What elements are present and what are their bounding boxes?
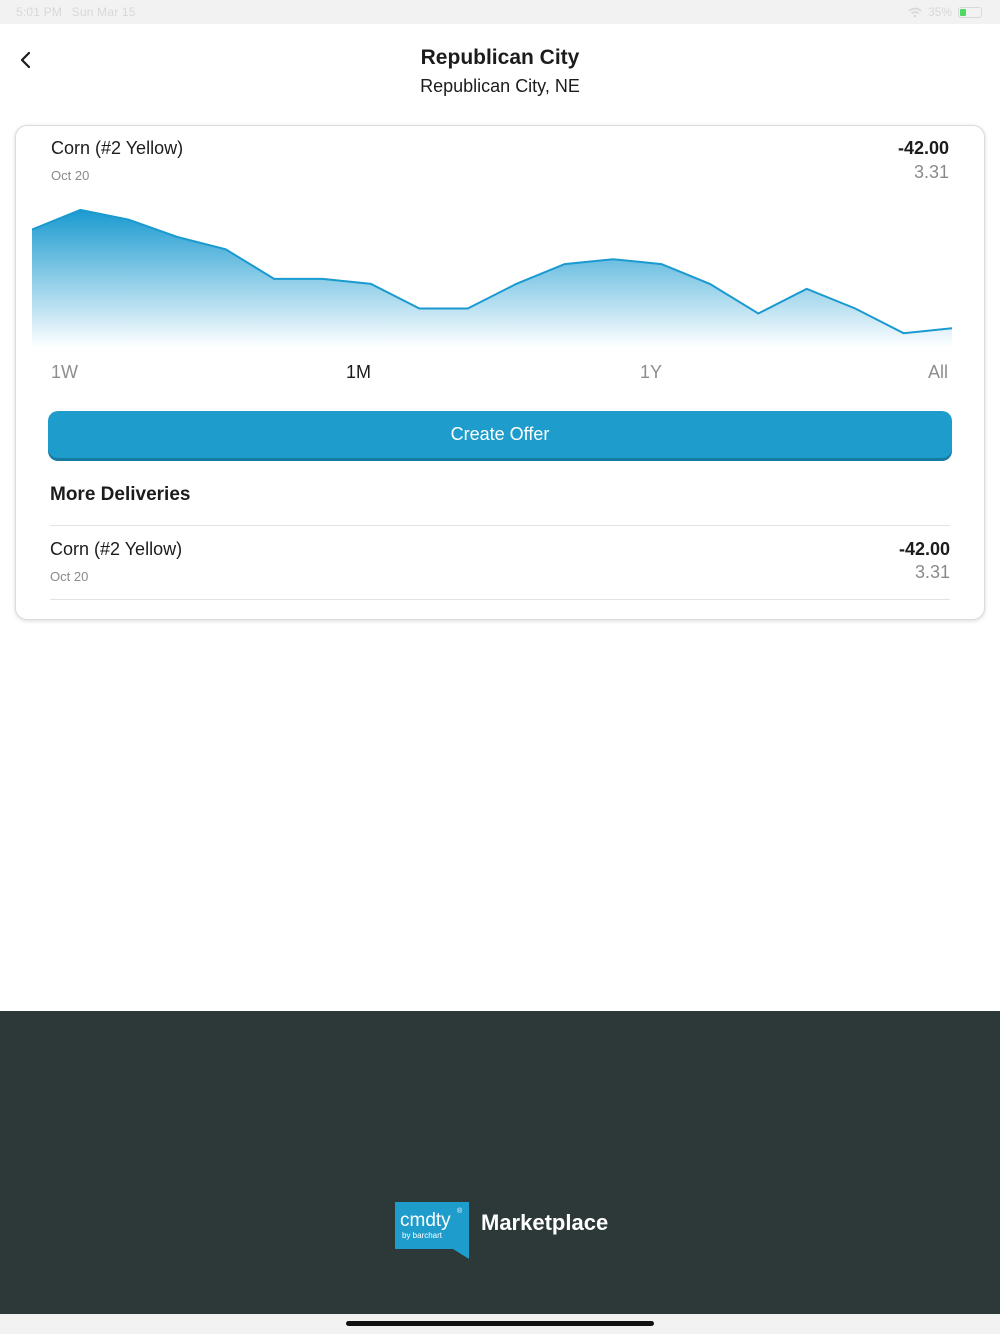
delivery-row[interactable]: Corn (#2 Yellow) Oct 20 -42.00 3.31 — [50, 527, 950, 599]
delivery-basis: -42.00 — [898, 539, 950, 559]
chart-point — [322, 278, 324, 280]
tab-range-1m[interactable]: 1M — [346, 362, 371, 383]
delivery-date: Oct 20 — [50, 569, 89, 584]
tab-range-1w[interactable]: 1W — [51, 362, 78, 383]
tab-range-all[interactable]: All — [928, 362, 948, 383]
create-offer-button[interactable]: Create Offer — [48, 411, 952, 458]
chart-point — [128, 219, 130, 221]
logo-text-wrap: cmdty ® by barchart — [395, 1202, 471, 1259]
chart-area-fill — [32, 209, 952, 348]
chart-point — [418, 308, 420, 310]
chart-point — [79, 209, 81, 211]
chart-point — [709, 283, 711, 285]
footer: cmdty ® by barchart Marketplace — [0, 1011, 1000, 1314]
chart-point — [660, 263, 662, 265]
chart-point — [757, 312, 759, 314]
commodity-name: Corn (#2 Yellow) — [51, 138, 184, 158]
commodity-basis: -42.00 — [897, 138, 949, 158]
divider — [50, 599, 950, 600]
chart-point — [612, 258, 614, 260]
commodity-delivery-date: Oct 20 — [51, 168, 90, 183]
delivery-name: Corn (#2 Yellow) — [50, 539, 183, 559]
more-deliveries-title: More Deliveries — [50, 484, 191, 505]
chart-point — [273, 278, 275, 280]
page-subtitle: Republican City, NE — [420, 76, 580, 96]
wifi-icon — [908, 7, 922, 17]
commodity-card: Corn (#2 Yellow) Oct 20 -42.00 3.31 1W 1… — [15, 125, 985, 620]
battery-percent: 35% — [927, 5, 952, 19]
status-bar: 5:01 PM Sun Mar 15 35% — [0, 0, 1000, 24]
home-indicator-area — [0, 1314, 1000, 1334]
home-indicator[interactable] — [346, 1321, 654, 1326]
chart-point — [370, 283, 372, 285]
page-title: Republican City — [420, 46, 580, 69]
divider — [50, 525, 950, 526]
chart-point — [806, 288, 808, 290]
status-time-date: 5:01 PM Sun Mar 15 — [16, 5, 142, 19]
chart-point — [515, 283, 517, 285]
nav-header: Republican City Republican City, NE — [0, 24, 1000, 120]
chart-point — [467, 308, 469, 310]
chart-point — [564, 263, 566, 265]
range-tabs: 1W 1M 1Y All — [16, 362, 984, 386]
status-indicators: 35% — [908, 5, 982, 19]
battery-icon — [958, 6, 982, 18]
price-chart — [32, 208, 952, 348]
tab-range-1y[interactable]: 1Y — [640, 362, 662, 383]
logo-registered: ® — [457, 1208, 463, 1215]
status-time: 5:01 PM — [16, 5, 63, 19]
chart-point — [903, 332, 905, 334]
chart-point — [225, 248, 227, 250]
commodity-price: 3.31 — [913, 162, 949, 182]
chart-point — [176, 236, 178, 238]
chart-point — [854, 308, 856, 310]
delivery-price: 3.31 — [914, 562, 950, 582]
logo-text: cmdty — [400, 1210, 451, 1231]
brand-name: Marketplace — [481, 1210, 609, 1235]
logo-subtext: by barchart — [402, 1231, 443, 1240]
status-date: Sun Mar 15 — [71, 5, 136, 19]
